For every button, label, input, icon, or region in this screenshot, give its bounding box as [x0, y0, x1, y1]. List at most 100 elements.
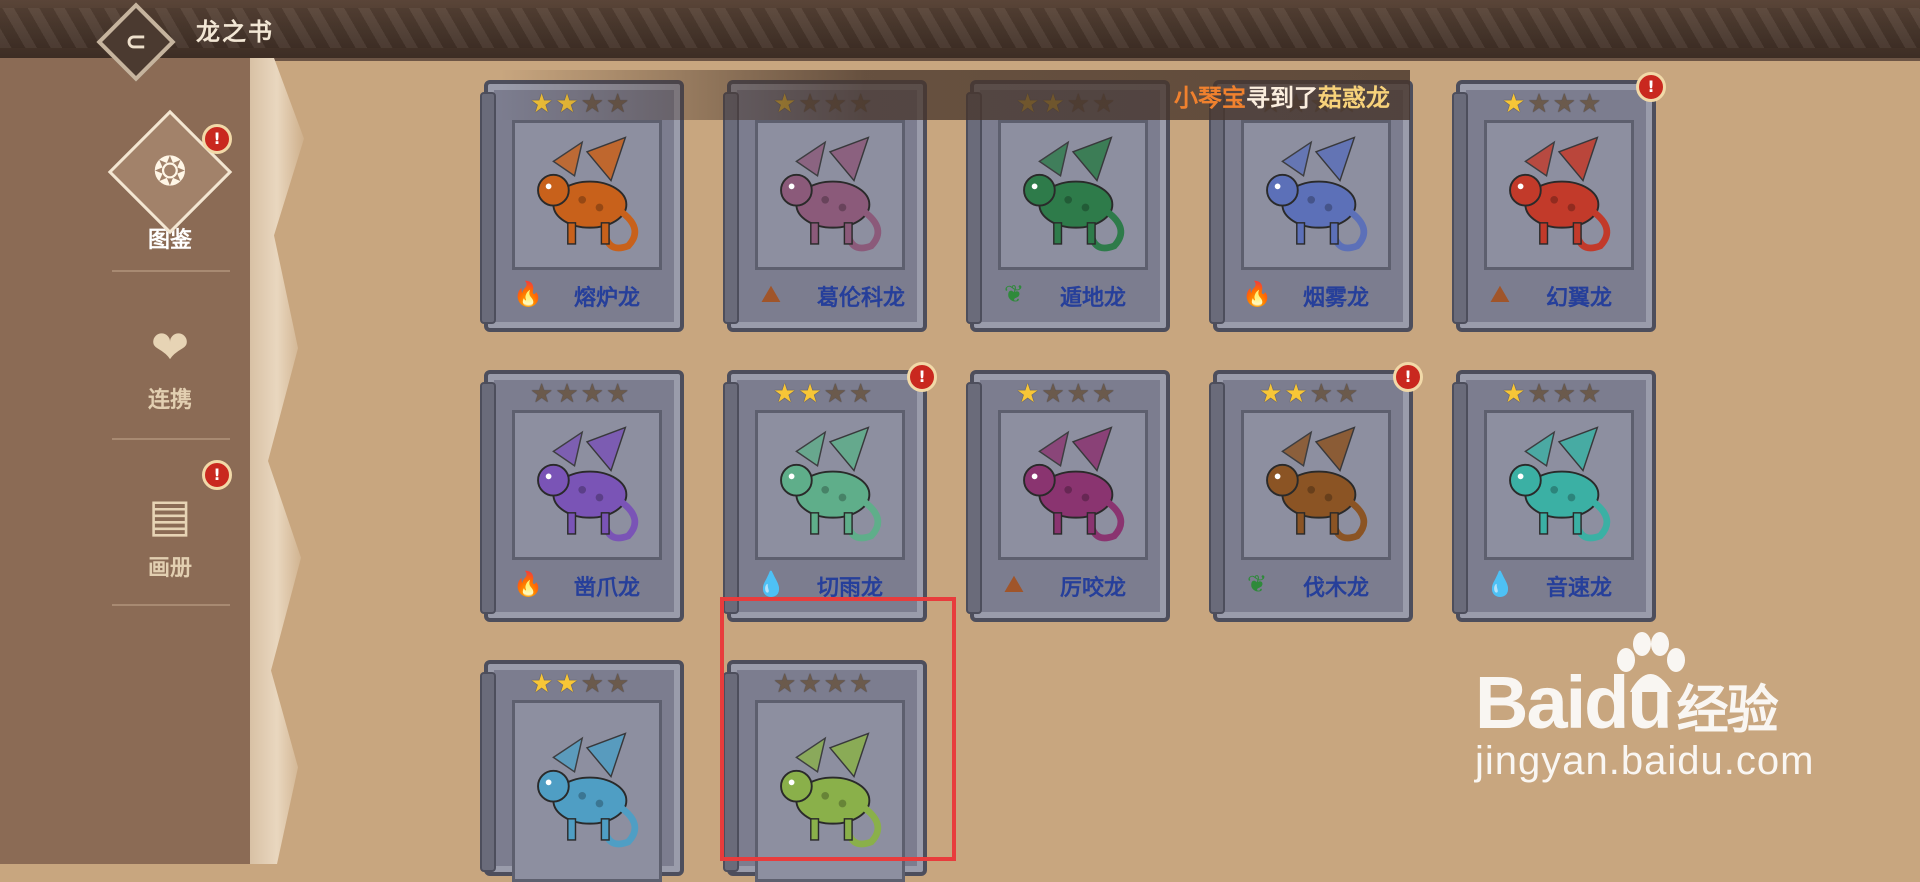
dragon-icon	[537, 136, 639, 252]
nature-class-icon: ❦	[1246, 570, 1268, 598]
star-icon: ★	[555, 669, 579, 699]
book-spine	[1452, 92, 1468, 324]
dragon-portrait	[998, 120, 1148, 270]
star-icon: ★	[1577, 89, 1602, 119]
star-icon: ★	[1577, 379, 1602, 409]
alert-badge: !	[202, 460, 232, 490]
dragon-icon	[537, 426, 639, 542]
star-icon: ★	[1091, 379, 1116, 409]
dragon-card[interactable]: ★ ★ ★ ★ ❦ 伐木龙!	[1209, 362, 1423, 622]
boulder-class-icon: ⛰	[1489, 280, 1511, 308]
book-spine	[480, 382, 496, 614]
dragon-icon	[780, 426, 882, 542]
alert-badge: !	[202, 124, 232, 154]
dragon-portrait	[512, 410, 662, 560]
alert-badge: !	[907, 362, 937, 392]
star-icon: ★	[580, 669, 604, 699]
alert-badge: !	[1393, 362, 1423, 392]
heart-link-icon: ❤	[150, 320, 190, 374]
star-rating: ★★★★	[530, 380, 629, 408]
book-spine	[1209, 92, 1225, 324]
page-title: 龙之书	[196, 18, 274, 46]
star-rating: ★★★★	[1016, 380, 1115, 408]
dragon-icon	[537, 732, 639, 848]
dragon-name: 厉咬龙	[1060, 576, 1127, 601]
dragon-name: 幻翼龙	[1546, 286, 1613, 311]
sidebar-item-link[interactable]: ❤ 连携	[110, 312, 230, 414]
star-rating: ★★★★	[1502, 90, 1601, 118]
divider	[112, 604, 230, 606]
dragon-portrait	[1241, 410, 1391, 560]
star-icon: ★	[605, 379, 630, 409]
star-icon: ★	[1066, 379, 1090, 409]
star-icon: ★	[1259, 379, 1283, 409]
dragon-portrait	[1484, 410, 1634, 560]
star-rating: ★★★★	[530, 670, 629, 698]
divider	[112, 438, 230, 440]
dragon-card[interactable]: ★ ★ ★ ★ 💧 切雨龙!	[723, 362, 937, 622]
dragon-icon	[1023, 136, 1125, 252]
sidebar-item-label: 画册	[147, 556, 192, 581]
water-class-icon: 💧	[1485, 570, 1515, 598]
star-icon: ★	[1502, 379, 1526, 409]
back-icon: ⊂	[125, 26, 147, 57]
notification-player: 小琴宝	[1174, 83, 1246, 112]
dragon-card[interactable]: ★ ★ ★ ★ ⛰ 幻翼龙!	[1452, 72, 1666, 332]
sidebar-item-label: 连携	[147, 388, 192, 413]
dragon-name: 熔炉龙	[574, 286, 641, 311]
book-spine	[966, 382, 982, 614]
nature-class-icon: ❦	[1003, 280, 1025, 308]
dragon-card[interactable]: ★ ★ ★ ★ 🔥 凿爪龙	[480, 370, 684, 622]
dragon-name: 伐木龙	[1303, 576, 1370, 601]
dragon-card[interactable]: ★ ★ ★ ★	[480, 660, 684, 882]
fire-class-icon: 🔥	[1242, 280, 1272, 308]
book-spine	[480, 672, 496, 872]
star-icon: ★	[1527, 89, 1551, 119]
dragon-icon	[1509, 426, 1611, 542]
album-icon: ▤	[148, 488, 192, 542]
star-icon: ★	[1016, 379, 1040, 409]
dragon-portrait	[998, 410, 1148, 560]
dragon-name: 音速龙	[1546, 576, 1613, 601]
star-icon: ★	[605, 669, 630, 699]
dragon-name: 凿爪龙	[574, 576, 641, 601]
sidebar-item-album[interactable]: ▤ 画册	[110, 480, 230, 582]
dragon-name: 遁地龙	[1060, 286, 1127, 311]
star-icon: ★	[798, 379, 822, 409]
dragon-card[interactable]: ★ ★ ★ ★ ⛰ 厉咬龙	[966, 370, 1170, 622]
discovery-notification: 小琴宝 寻到了 菇惑龙	[500, 70, 1410, 120]
dragon-icon	[1509, 136, 1611, 252]
star-icon: ★	[773, 379, 797, 409]
star-icon: ★	[848, 379, 873, 409]
book-spine	[723, 92, 739, 324]
dragon-name: 烟雾龙	[1303, 286, 1370, 311]
sidebar-edge-decoration	[250, 58, 304, 864]
fire-class-icon: 🔥	[513, 570, 543, 598]
star-icon: ★	[530, 379, 554, 409]
paw-icon	[1617, 632, 1685, 692]
star-rating: ★★★★	[773, 380, 872, 408]
dragon-icon	[1023, 426, 1125, 542]
watermark-url: jingyan.baidu.com	[1475, 739, 1815, 783]
dragon-portrait	[512, 120, 662, 270]
dragon-icon	[1266, 426, 1368, 542]
star-icon: ★	[823, 379, 847, 409]
dragon-icon	[780, 136, 882, 252]
dragon-card[interactable]: ★ ★ ★ ★ 💧 音速龙	[1452, 370, 1656, 622]
dragon-portrait	[1241, 120, 1391, 270]
alert-badge: !	[1636, 72, 1666, 102]
notification-dragon: 菇惑龙	[1318, 83, 1390, 112]
dragon-portrait	[1484, 120, 1634, 270]
star-icon: ★	[580, 379, 604, 409]
dragon-portrait	[755, 120, 905, 270]
star-icon: ★	[555, 379, 579, 409]
star-icon: ★	[1041, 379, 1065, 409]
star-icon: ★	[530, 669, 554, 699]
star-icon: ★	[1502, 89, 1526, 119]
star-icon: ★	[1552, 89, 1576, 119]
book-spine	[723, 382, 739, 614]
boulder-class-icon: ⛰	[760, 280, 782, 308]
dragon-name: 葛伦科龙	[817, 286, 906, 311]
star-icon: ★	[1552, 379, 1576, 409]
divider	[112, 270, 230, 272]
